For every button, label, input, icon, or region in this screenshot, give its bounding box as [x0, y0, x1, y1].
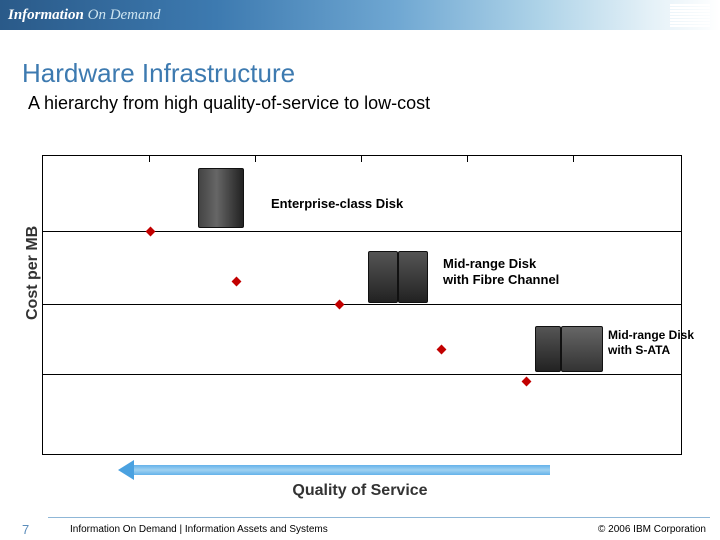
- page-number: 7: [22, 522, 29, 537]
- footer: 7 Information On Demand | Information As…: [0, 518, 720, 540]
- midrange-fc-server2-icon: [398, 251, 428, 303]
- x-axis-label: Quality of Service: [0, 482, 720, 500]
- midrange-sata-server-icon: [535, 326, 561, 372]
- header: Information On Demand: [0, 0, 720, 30]
- row-label-fc: Mid-range Disk with Fibre Channel: [443, 256, 559, 289]
- chart-area: Enterprise-class Disk Mid-range Disk wit…: [42, 155, 682, 455]
- page-subtitle: A hierarchy from high quality-of-service…: [28, 93, 720, 114]
- enterprise-server-icon: [198, 168, 244, 228]
- brand-suffix: On Demand: [88, 7, 161, 23]
- ibm-logo-icon: [670, 4, 710, 27]
- footer-center: Information On Demand | Information Asse…: [70, 524, 328, 535]
- brand-prefix: Information: [8, 7, 88, 23]
- midrange-fc-server-icon: [368, 251, 398, 303]
- x-axis-arrow-icon: [120, 462, 550, 478]
- row-label-enterprise: Enterprise-class Disk: [271, 196, 403, 212]
- row-label-sata: Mid-range Disk with S-ATA: [608, 328, 694, 358]
- y-axis-label: Cost per MB: [24, 226, 42, 320]
- midrange-sata-server2-icon: [561, 326, 603, 372]
- page-title: Hardware Infrastructure: [22, 58, 720, 89]
- footer-right: © 2006 IBM Corporation: [598, 524, 706, 535]
- brand: Information On Demand: [8, 7, 161, 24]
